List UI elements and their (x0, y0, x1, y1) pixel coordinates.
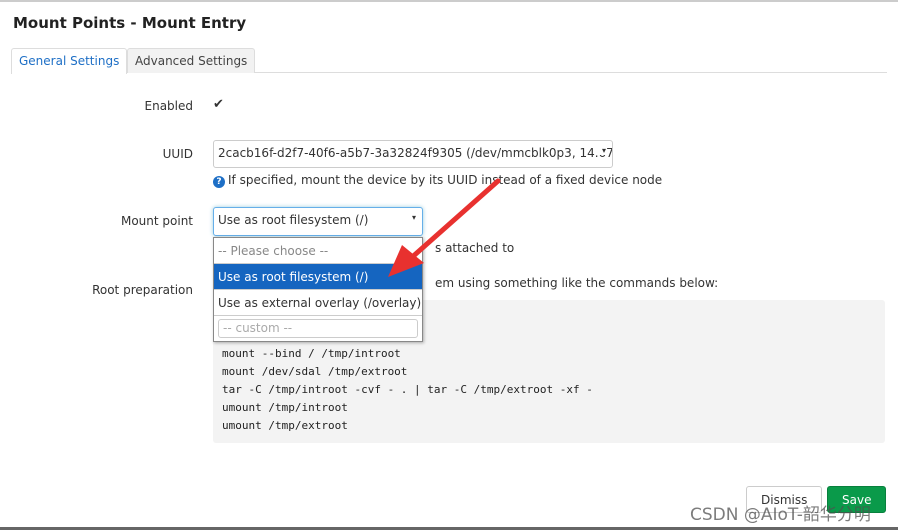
command-line: umount /tmp/introot (222, 401, 348, 414)
red-arrow-annotation (388, 178, 501, 277)
uuid-select[interactable]: 2cacb16f-d2f7-40f6-a5b7-3a32824f9305 (/d… (213, 140, 613, 168)
help-icon: ? (213, 176, 225, 188)
enabled-label: Enabled (144, 99, 194, 113)
enabled-checkbox[interactable]: ✔ (213, 98, 227, 112)
command-line: tar -C /tmp/introot -cvf - . | tar -C /t… (222, 383, 593, 396)
mount-point-label: Mount point (120, 214, 193, 228)
mount-point-value: Use as root filesystem (/) (218, 213, 369, 227)
uuid-value: 2cacb16f-d2f7-40f6-a5b7-3a32824f9305 (/d… (218, 146, 613, 160)
dropdown-arrow-icon: ▾ (598, 146, 606, 155)
uuid-label: UUID (162, 147, 193, 161)
tab-advanced-settings[interactable]: Advanced Settings (127, 48, 256, 73)
custom-input[interactable]: -- custom -- (218, 319, 418, 338)
option-external-overlay[interactable]: Use as external overlay (/overlay) (214, 290, 422, 316)
root-prep-label: Root preparation (92, 283, 193, 297)
command-line: umount /tmp/extroot (222, 419, 348, 432)
command-line: mount /dev/sdal /tmp/extroot (222, 365, 408, 378)
tab-bar: General Settings Advanced Settings (11, 48, 887, 74)
tab-general-settings[interactable]: General Settings (11, 48, 128, 74)
command-line: mount --bind / /tmp/introot (222, 347, 401, 360)
page-title: Mount Points - Mount Entry (13, 14, 247, 32)
watermark: CSDN @AIoT-韶华分明 (690, 505, 871, 525)
